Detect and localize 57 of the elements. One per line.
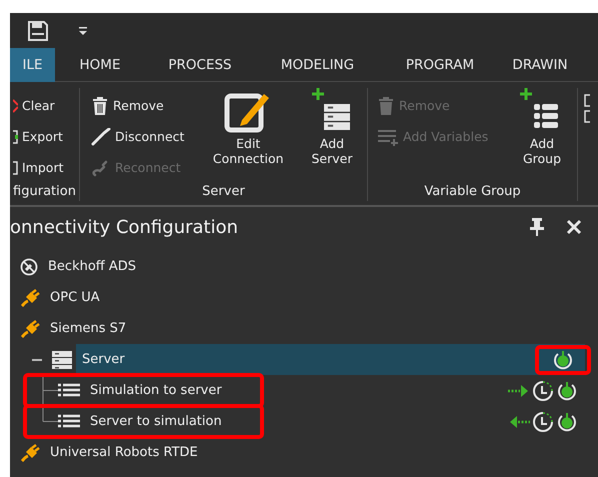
ribbon-command[interactable]: Edit Connection [199, 88, 297, 182]
ribbon-tab[interactable]: DRAWIN [500, 48, 580, 82]
trash-icon [91, 97, 109, 115]
plug-icon [20, 320, 40, 338]
tree-row[interactable]: OPC UA [10, 282, 598, 313]
server-icon [52, 350, 72, 368]
tree-row[interactable]: Simulation to server [10, 375, 598, 406]
tree-item-label[interactable]: Siemens S7 [46, 316, 130, 340]
add-list-icon [377, 128, 399, 146]
close-icon[interactable] [566, 219, 582, 235]
tree-row[interactable]: Universal Robots RTDE [10, 437, 598, 468]
ribbon-command[interactable]: Add Server [297, 88, 367, 182]
ribbon-tab[interactable]: PROCESS [145, 48, 255, 82]
tree-row[interactable]: Server [10, 344, 598, 375]
ribbon-tab[interactable]: PROGRAM [380, 48, 500, 82]
ribbon-tab[interactable]: ILE [10, 48, 55, 82]
ribbon-command[interactable]: Remove [88, 92, 188, 120]
power-icon [552, 348, 574, 370]
tree-item-label[interactable]: Server to simulation [86, 410, 226, 434]
save-icon[interactable] [27, 20, 49, 42]
clear-icon [13, 98, 18, 114]
pin-icon[interactable] [530, 218, 544, 236]
group-label: Variable Group [423, 182, 522, 200]
list-icon [58, 414, 80, 430]
clock-icon [532, 380, 554, 402]
group-label: figuration [12, 183, 77, 201]
group-label: Server [201, 183, 246, 201]
plug-icon [20, 444, 40, 462]
tree-row[interactable]: Server to simulation [10, 406, 598, 437]
ribbon-command[interactable]: Import [10, 154, 66, 182]
trash-icon [377, 97, 395, 115]
tree-item-label[interactable]: Beckhoff ADS [44, 254, 140, 278]
left-arrow-icon [508, 414, 530, 428]
tree-item-label[interactable]: Server [78, 348, 129, 372]
ribbon-command[interactable]: Disconnect [88, 123, 188, 151]
tree-row[interactable]: Siemens S7 [10, 313, 598, 344]
ribbon-tab[interactable]: HOME [55, 48, 145, 82]
tree-item-label[interactable]: Simulation to server [86, 378, 226, 402]
power-icon [556, 410, 578, 432]
ribbon-tab[interactable]: MODELING [255, 48, 380, 82]
tree-row[interactable]: Beckhoff ADS [10, 251, 598, 282]
customize-caret-icon[interactable] [79, 26, 87, 36]
list-icon [58, 382, 80, 398]
ribbon-command[interactable]: Export [10, 123, 66, 151]
plug-icon [20, 288, 40, 306]
panel-title: onnectivity Configuration [10, 216, 240, 240]
panel-icon [584, 94, 590, 124]
tree-item-label[interactable]: OPC UA [46, 286, 104, 310]
tree-item-label[interactable]: Universal Robots RTDE [46, 440, 202, 464]
right-arrow-icon [508, 384, 530, 398]
export-icon [13, 129, 18, 145]
clock-icon [532, 410, 554, 432]
import-icon [13, 160, 18, 176]
power-icon [556, 380, 578, 402]
disconnected-plug-icon [20, 258, 38, 276]
ribbon-command[interactable]: Clear [10, 92, 66, 120]
ribbon-command[interactable]: Add Group [507, 88, 577, 182]
